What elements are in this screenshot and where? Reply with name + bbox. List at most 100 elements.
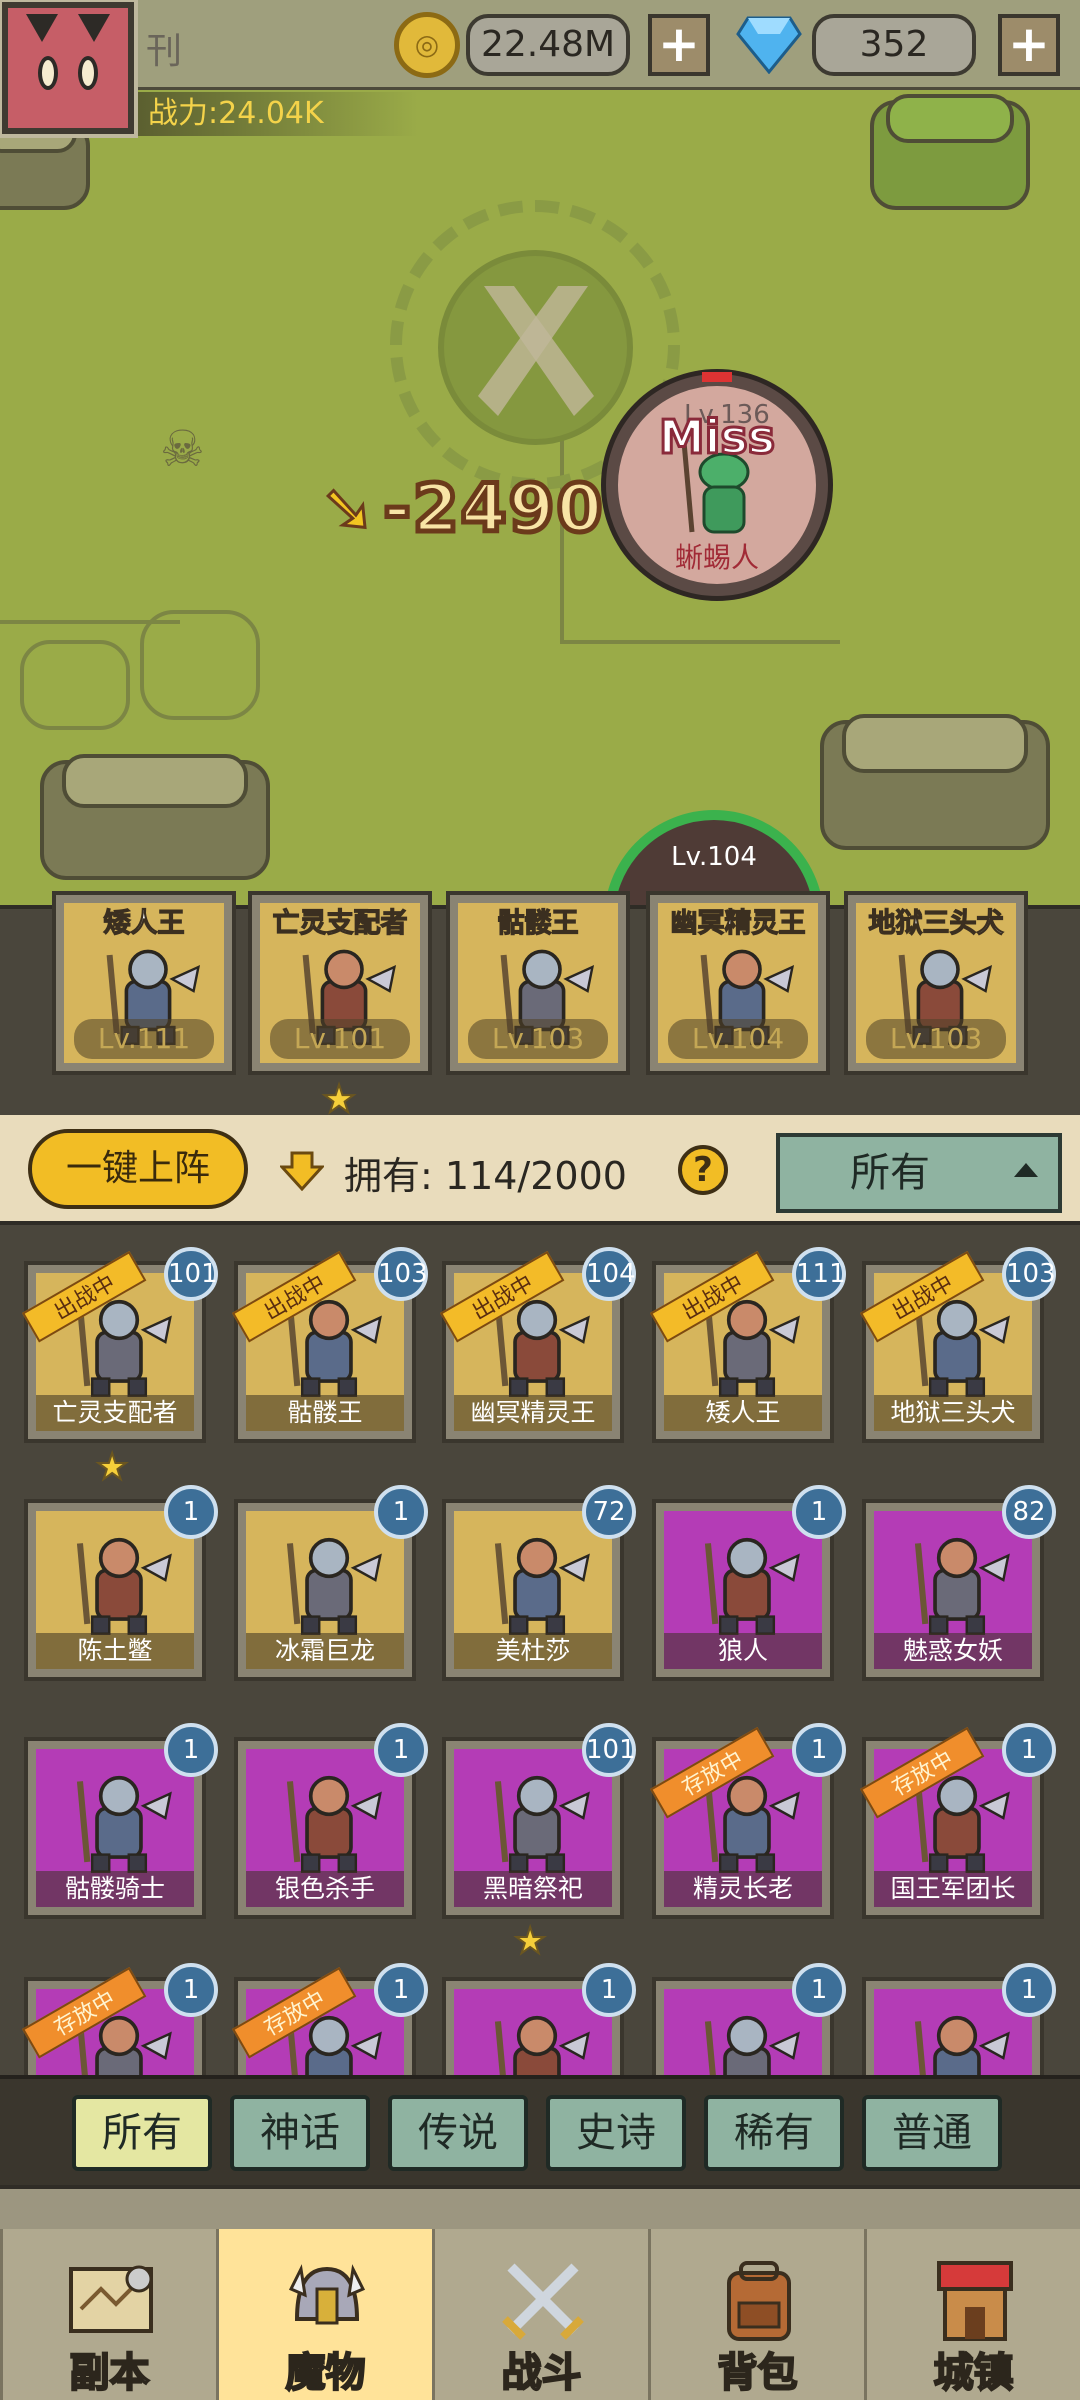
nav-tab[interactable]: 背包 [648, 2229, 864, 2400]
add-gold-button[interactable]: + [648, 14, 710, 76]
level-badge: 82 [1002, 1485, 1056, 1539]
monster-card[interactable]: 美杜莎 72 [442, 1485, 636, 1681]
monster-card[interactable]: 精灵长老 存放中 1 [650, 1723, 846, 1919]
monster-grid: 亡灵支配者 出战中 101 骷髅王 出战中 103 幽冥精灵王 出战中 104 矮人王 出战中… [0, 1225, 1080, 2075]
auto-deploy-button[interactable]: 一键上阵 [28, 1129, 248, 1209]
monster-portrait [268, 1519, 390, 1645]
monster-name: 幽冥精灵王 [454, 1395, 612, 1431]
monster-name: 银色杀手 [246, 1871, 404, 1907]
monster-name: 狼人 [664, 1633, 822, 1669]
monster-card[interactable]: 骷髅王 出战中 103 [232, 1247, 428, 1443]
enemy-unit[interactable]: Lv.136 Miss 蜥蜴人 [606, 372, 828, 596]
monster-portrait [58, 1519, 180, 1645]
level-badge: 101 [164, 1247, 218, 1301]
monster-portrait [476, 1519, 598, 1645]
lineup-monster-name: 幽冥精灵王 [670, 907, 806, 939]
nav-tab[interactable]: 城镇 [864, 2229, 1080, 2400]
nav-label: 副本 [69, 2349, 151, 2397]
monster-card[interactable]: 魅惑女妖 82 [862, 1485, 1056, 1681]
monster-portrait [268, 1757, 390, 1883]
level-badge: 104 [582, 1247, 636, 1301]
roster-controls: 一键上阵 拥有: 114/2000 ? 所有 [0, 1115, 1080, 1225]
player-avatar[interactable] [0, 0, 138, 138]
lineup-monster-name: 骷髅王 [497, 907, 579, 939]
lineup-monster-level: Lv.103 [468, 1019, 608, 1059]
nav-tab[interactable]: 战斗 [432, 2229, 648, 2400]
level-badge: 103 [374, 1247, 428, 1301]
level-badge: 1 [582, 1963, 636, 2017]
nav-tab[interactable]: 副本 [0, 2229, 216, 2400]
lineup-monster-level: Lv.111 [74, 1019, 214, 1059]
monster-card[interactable]: 存放中 1 [22, 1963, 218, 2075]
rarity-tab[interactable]: 所有 [72, 2095, 212, 2171]
map-path [560, 640, 840, 644]
monster-card[interactable]: 亡灵支配者 出战中 101 [22, 1247, 218, 1443]
monster-card[interactable]: 银色杀手 1 [234, 1723, 428, 1919]
help-button[interactable]: ? [678, 1145, 728, 1195]
crossed-swords-icon [493, 2249, 593, 2349]
rarity-tab[interactable]: 传说 [388, 2095, 528, 2171]
monster-portrait [896, 1519, 1018, 1645]
rarity-tab[interactable]: 史诗 [546, 2095, 686, 2171]
monster-name: 矮人王 [664, 1395, 822, 1431]
nav-tab[interactable]: 魔物 [216, 2229, 432, 2400]
filter-dropdown[interactable]: 所有 [776, 1133, 1062, 1213]
lineup-slot[interactable]: 矮人王 Lv.111 [52, 891, 236, 1075]
lineup-monster-level: Lv.103 [866, 1019, 1006, 1059]
monster-card[interactable]: 狼人 1 [652, 1485, 846, 1681]
monster-portrait [686, 1997, 808, 2075]
add-gems-button[interactable]: + [998, 14, 1060, 76]
monster-card[interactable]: 1 [652, 1963, 846, 2075]
lineup-slot[interactable]: 幽冥精灵王 Lv.104 [646, 891, 830, 1075]
level-badge: 72 [582, 1485, 636, 1539]
lineup-slot[interactable]: 骷髅王 Lv.103 [446, 891, 630, 1075]
monster-card[interactable]: 1 [442, 1963, 636, 2075]
monster-name: 骷髅骑士 [36, 1871, 194, 1907]
nav-label: 魔物 [285, 2349, 367, 2397]
monster-card[interactable]: 冰霜巨龙 1 [234, 1485, 428, 1681]
rarity-filter-tabs: 所有 神话 传说 史诗 稀有 普通 [0, 2075, 1080, 2185]
monster-card[interactable]: 幽冥精灵王 出战中 104 [440, 1247, 636, 1443]
star-icon: ★ [95, 1446, 129, 1489]
down-arrow-icon [280, 1151, 324, 1191]
level-badge: 1 [374, 1485, 428, 1539]
monster-card[interactable]: 地狱三头犬 出战中 103 [860, 1247, 1056, 1443]
level-badge: 1 [164, 1485, 218, 1539]
rarity-tab[interactable]: 稀有 [704, 2095, 844, 2171]
monster-card[interactable]: 矮人王 出战中 111 [650, 1247, 846, 1443]
monster-name: 地狱三头犬 [874, 1395, 1032, 1431]
monster-card[interactable]: 黑暗祭祀 101 [442, 1723, 636, 1919]
monster-portrait [896, 1997, 1018, 2075]
monster-card[interactable]: 陈土鳖 1 [24, 1485, 218, 1681]
monster-name: 精灵长老 [664, 1871, 822, 1907]
diamond-icon [736, 16, 802, 74]
enemy-name: 蜥蜴人 [674, 541, 759, 574]
level-badge: 1 [792, 1723, 846, 1777]
lineup-monster-level: Lv.104 [668, 1019, 808, 1059]
monster-card[interactable]: 骷髅骑士 1 [24, 1723, 218, 1919]
caret-up-icon [1014, 1163, 1038, 1177]
nav-label: 城镇 [933, 2349, 1015, 2397]
level-badge: 1 [164, 1723, 218, 1777]
rarity-tab[interactable]: 神话 [230, 2095, 370, 2171]
lineup-slot[interactable]: 亡灵支配者 Lv.101 [248, 891, 432, 1075]
player-name: 刊 [146, 31, 183, 72]
monster-name: 亡灵支配者 [36, 1395, 194, 1431]
rarity-tab[interactable]: 普通 [862, 2095, 1002, 2171]
monster-card[interactable]: 1 [862, 1963, 1056, 2075]
level-badge: 1 [1002, 1723, 1056, 1777]
monster-portrait [476, 1757, 598, 1883]
monster-name: 陈土鳖 [36, 1633, 194, 1669]
lineup-slot[interactable]: 地狱三头犬 Lv.103 [844, 891, 1028, 1075]
backpack-icon [709, 2249, 809, 2349]
skull-icon: ☠ [160, 420, 205, 478]
monster-portrait [686, 1519, 808, 1645]
monster-card[interactable]: 存放中 1 [232, 1963, 428, 2075]
monster-card[interactable]: 国王军团长 存放中 1 [860, 1723, 1056, 1919]
level-badge: 1 [792, 1485, 846, 1539]
bottom-navigation: 副本 魔物 战斗 背包 城镇 [0, 2185, 1080, 2400]
monster-portrait [476, 1997, 598, 2075]
damage-arrow-icon: ➘ [318, 469, 378, 549]
rock [870, 94, 1030, 210]
enemy-hp-bar [702, 372, 732, 382]
